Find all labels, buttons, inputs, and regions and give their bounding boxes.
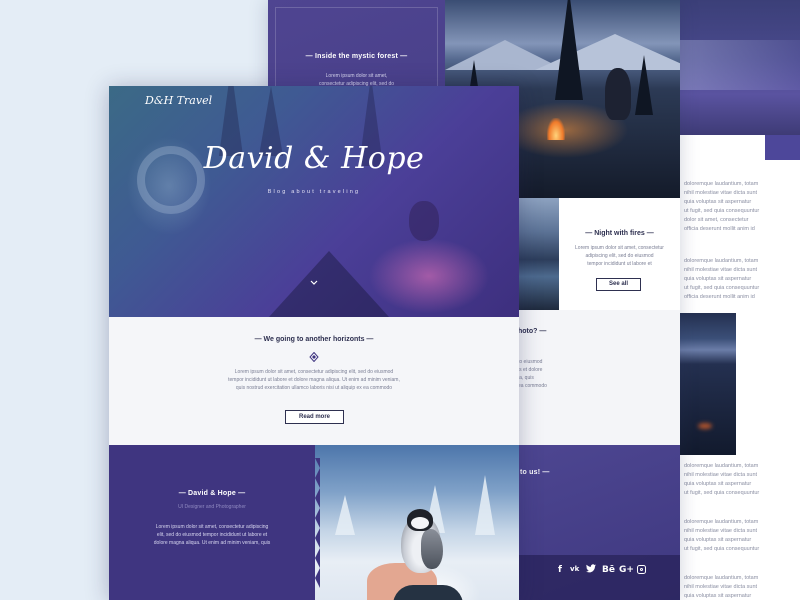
behance-icon[interactable]: Bē [602, 565, 615, 575]
instagram-icon[interactable] [637, 565, 646, 574]
google-plus-icon[interactable]: G+ [619, 565, 634, 575]
fires-text-1: Lorem ipsum dolor sit amet, consectetur [575, 245, 664, 251]
zigzag-divider [315, 458, 320, 588]
text-line: doloremque laudantium, totam [684, 258, 759, 264]
hero-section: D&H Travel David & Hope Blog about trave… [109, 86, 519, 317]
facebook-icon[interactable]: f [558, 565, 562, 575]
night-camp-photo [680, 313, 736, 455]
back-page-right: doloremque laudantium, totam nihil moles… [680, 0, 800, 600]
fires-text-2: adipiscing elit, sed do eiusmod [585, 253, 654, 259]
about-text-1: Lorem ipsum dolor sit amet, consectetur … [234, 369, 394, 375]
front-page: D&H Travel David & Hope Blog about trave… [109, 86, 519, 600]
text-line: quia voluptas sit aspernatur [684, 276, 752, 282]
contact-heading-partial: to us! — [520, 469, 550, 476]
text-line: nihil molestiae vitae dicta sunt [684, 528, 758, 534]
text-line: ut fugit, sed quia consequuntur [684, 285, 760, 291]
fires-text-3: tempor incididunt ut labore et [587, 261, 652, 267]
social-bar: f vk Bē G+ [518, 555, 680, 600]
text-line: dolor sit amet, consectetur [684, 217, 749, 223]
text-line: quia voluptas sit aspernatur [684, 593, 752, 599]
author-text-1: Lorem ipsum dolor sit amet, consectetur … [155, 524, 269, 530]
read-more-button[interactable]: Read more [285, 410, 344, 424]
forest-text-1: Lorem ipsum dolor sit amet, [325, 73, 388, 79]
person-silhouette [409, 201, 439, 241]
author-name: — David & Hope — [178, 490, 246, 497]
photo-text-1: to eiusmod [518, 359, 543, 365]
bird-face [411, 517, 429, 529]
text-line: ut fugit, sed quia consequuntur [684, 546, 760, 552]
twitter-icon[interactable] [586, 564, 596, 576]
text-line: ut fugit, sed quia consequuntur [684, 208, 760, 214]
about-text-2: tempor incididunt ut labore et dolore ma… [228, 377, 400, 383]
road-decoration [269, 251, 389, 317]
text-line: ut fugit, sed quia consequuntur [684, 490, 760, 496]
diamond-icon [309, 349, 319, 363]
site-logo[interactable]: D&H Travel [145, 94, 212, 107]
text-line: officia deserunt mollit anim id [684, 294, 755, 300]
author-text-3: dolore magna aliqua. Ut enim ad minim ve… [153, 540, 271, 546]
photo-text-2: is et dolore [518, 367, 543, 373]
photo-text-3: ia, quis [518, 375, 534, 381]
author-text-2: elit, sed do eiusmod tempor incididunt u… [156, 532, 268, 538]
bird-photo [315, 445, 519, 600]
hero-title: David & Hope [203, 141, 425, 176]
lake-photo [518, 198, 559, 310]
text-line: nihil molestiae vitae dicta sunt [684, 584, 758, 590]
text-line: doloremque laudantium, totam [684, 181, 759, 187]
bird-wing [421, 529, 443, 569]
text-line: doloremque laudantium, totam [684, 519, 759, 525]
see-all-button[interactable]: See all [596, 278, 641, 291]
forest-heading: — Inside the mystic forest — [305, 53, 408, 60]
text-line: quia voluptas sit aspernatur [684, 481, 752, 487]
photo-heading-partial: hoto? — [518, 328, 547, 335]
text-line: quia voluptas sit aspernatur [684, 537, 752, 543]
about-text-3: quis nostrud exercitation ullamco labori… [235, 385, 393, 391]
fires-card: — Night with fires — Lorem ipsum dolor s… [559, 198, 680, 310]
text-line: nihil molestiae vitae dicta sunt [684, 190, 758, 196]
text-line: doloremque laudantium, totam [684, 575, 759, 581]
sleeve [393, 585, 463, 600]
mountain-lake-photo [680, 0, 800, 135]
chevron-down-icon[interactable] [310, 279, 318, 288]
author-panel: — David & Hope — UI Designer and Photogr… [109, 445, 315, 600]
vk-icon[interactable]: vk [570, 565, 579, 573]
about-heading: — We going to another horizonts — [254, 336, 374, 343]
text-line: nihil molestiae vitae dicta sunt [684, 472, 758, 478]
text-line: quia voluptas sit aspernatur [684, 199, 752, 205]
text-line: doloremque laudantium, totam [684, 463, 759, 469]
fires-heading: — Night with fires — [585, 230, 654, 237]
text-line: nihil molestiae vitae dicta sunt [684, 267, 758, 273]
author-role: UI Designer and Photographer [178, 504, 246, 510]
photo-text-4: ea commodo [518, 383, 547, 389]
text-line: officia deserunt mollit anim id [684, 226, 755, 232]
hero-subtitle: Blog about traveling [267, 189, 361, 195]
purple-strip [765, 135, 800, 160]
